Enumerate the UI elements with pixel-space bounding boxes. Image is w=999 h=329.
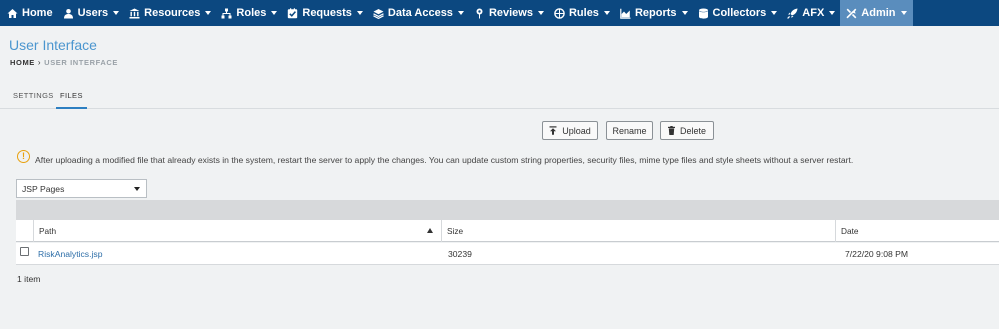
breadcrumb-home[interactable]: HOME <box>10 58 35 67</box>
grid-header: Path Size Date <box>16 220 999 242</box>
nav-home-label: Home <box>22 7 53 19</box>
info-message: After uploading a modified file that alr… <box>35 155 854 165</box>
nav-users-label: Users <box>77 7 109 19</box>
nav-requests[interactable]: Requests <box>282 0 368 26</box>
nav-roles-label: Roles <box>236 7 267 19</box>
nav-resources-label: Resources <box>144 7 201 19</box>
nav-home[interactable]: Home <box>0 0 58 26</box>
chevron-down-icon <box>537 11 544 15</box>
breadcrumb: HOME › USER INTERFACE <box>10 58 118 67</box>
nav-roles[interactable]: Roles <box>216 0 282 26</box>
column-header-date[interactable]: Date <box>835 220 999 242</box>
upload-button-label: Upload <box>562 125 591 136</box>
trash-icon <box>667 126 675 135</box>
grid-toolbar <box>16 200 999 220</box>
chevron-down-icon <box>356 11 363 15</box>
chevron-down-icon <box>271 11 278 15</box>
upload-button[interactable]: Upload <box>542 121 598 140</box>
nav-reports-label: Reports <box>634 7 677 19</box>
nav-users[interactable]: Users <box>58 0 125 26</box>
map-pin-icon <box>474 8 485 19</box>
file-type-select[interactable]: JSP Pages <box>16 179 147 198</box>
nav-afx[interactable]: AFX <box>782 0 840 26</box>
tab-bar: SETTINGS FILES <box>0 89 999 109</box>
nav-data-access[interactable]: Data Access <box>368 0 469 26</box>
nav-admin[interactable]: Admin <box>840 0 913 26</box>
breadcrumb-current: USER INTERFACE <box>44 58 118 67</box>
nav-reviews[interactable]: Reviews <box>469 0 549 26</box>
chevron-down-icon <box>113 11 120 15</box>
nav-reviews-label: Reviews <box>488 7 533 19</box>
file-size: 30239 <box>448 249 472 259</box>
bank-icon <box>129 8 140 19</box>
top-navigation: Home Users Resources Roles Requests Data… <box>0 0 999 26</box>
nav-resources[interactable]: Resources <box>124 0 216 26</box>
nav-collectors[interactable]: Collectors <box>693 0 783 26</box>
chevron-down-icon <box>900 11 907 15</box>
rename-button-label: Rename <box>612 125 647 136</box>
nav-collectors-label: Collectors <box>712 7 767 19</box>
area-chart-icon <box>620 8 631 19</box>
file-date: 7/22/20 9:08 PM <box>845 249 909 259</box>
nav-rules-label: Rules <box>568 7 599 19</box>
column-header-date-label: Date <box>841 226 859 236</box>
home-icon <box>7 8 18 19</box>
delete-button-label: Delete <box>679 125 706 136</box>
chevron-down-icon <box>457 11 464 15</box>
column-header-path[interactable]: Path <box>33 220 441 242</box>
column-header-size[interactable]: Size <box>441 220 835 242</box>
nav-requests-label: Requests <box>302 7 352 19</box>
tab-files[interactable]: FILES <box>56 89 87 109</box>
sitemap-icon <box>221 8 232 19</box>
rocket-icon <box>787 8 798 19</box>
warning-icon: ! <box>17 150 30 163</box>
page-title: User Interface <box>9 37 97 53</box>
database-icon <box>698 8 709 19</box>
sort-ascending-icon <box>427 228 433 233</box>
gavel-icon <box>554 7 565 19</box>
file-path-link[interactable]: RiskAnalytics.jsp <box>38 243 102 265</box>
chevron-down-icon <box>205 11 212 15</box>
rename-button[interactable]: Rename <box>606 121 653 140</box>
row-checkbox[interactable] <box>20 247 29 256</box>
column-header-size-label: Size <box>447 226 464 236</box>
chevron-down-icon <box>771 11 778 15</box>
breadcrumb-separator: › <box>37 58 42 67</box>
chevron-down-icon <box>603 11 610 15</box>
layers-icon <box>373 8 384 19</box>
checkbox-icon <box>287 7 298 19</box>
wrench-icon <box>846 8 857 19</box>
nav-rules[interactable]: Rules <box>549 0 615 26</box>
nav-admin-label: Admin <box>861 7 896 19</box>
user-icon <box>63 8 74 19</box>
delete-button[interactable]: Delete <box>660 121 714 140</box>
chevron-down-icon <box>829 11 836 15</box>
upload-icon <box>549 126 557 135</box>
item-count: 1 item <box>17 274 41 284</box>
chevron-down-icon <box>681 11 688 15</box>
tab-settings[interactable]: SETTINGS <box>13 89 54 109</box>
chevron-down-icon <box>134 187 140 191</box>
column-header-path-label: Path <box>39 226 57 236</box>
table-row[interactable]: RiskAnalytics.jsp 30239 7/22/20 9:08 PM <box>16 243 999 265</box>
nav-afx-label: AFX <box>802 7 825 19</box>
nav-reports[interactable]: Reports <box>615 0 693 26</box>
file-type-select-value: JSP Pages <box>22 183 65 194</box>
nav-data-access-label: Data Access <box>387 7 453 19</box>
